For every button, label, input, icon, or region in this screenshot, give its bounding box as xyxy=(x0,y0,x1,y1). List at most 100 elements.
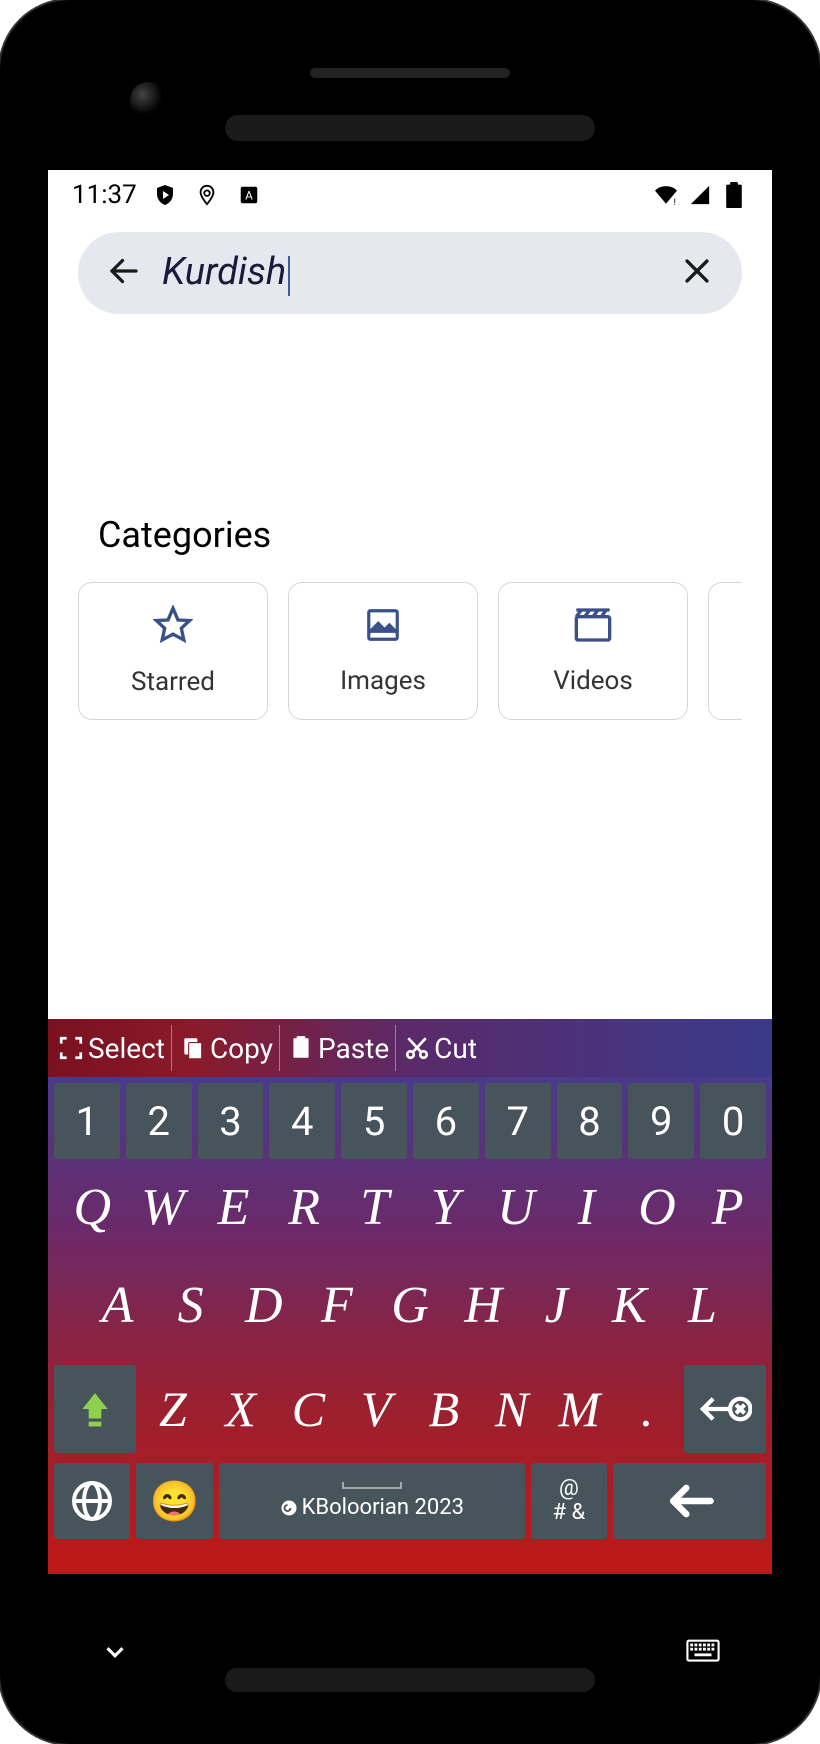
speaker-bottom xyxy=(225,1668,595,1692)
key-e[interactable]: E xyxy=(201,1169,266,1245)
key-w[interactable]: W xyxy=(131,1169,196,1245)
keyboard-row-a: A S D F G H J K L xyxy=(54,1267,766,1359)
key-d[interactable]: D xyxy=(230,1267,297,1343)
key-4[interactable]: 4 xyxy=(269,1083,335,1159)
space-indicator xyxy=(342,1482,402,1489)
key-l[interactable]: L xyxy=(669,1267,736,1343)
key-enter[interactable] xyxy=(613,1463,766,1539)
video-icon xyxy=(573,606,613,648)
key-9[interactable]: 9 xyxy=(628,1083,694,1159)
key-symbols[interactable]: @ # & xyxy=(531,1463,607,1539)
category-label: Videos xyxy=(553,666,633,696)
svg-text:!: ! xyxy=(674,198,676,206)
key-i[interactable]: I xyxy=(554,1169,619,1245)
category-images[interactable]: Images xyxy=(288,582,478,720)
category-more[interactable] xyxy=(708,582,742,720)
toolbar-select[interactable]: Select xyxy=(52,1025,172,1071)
key-c[interactable]: C xyxy=(278,1371,340,1447)
key-5[interactable]: 5 xyxy=(341,1083,407,1159)
key-k[interactable]: K xyxy=(596,1267,663,1343)
key-f[interactable]: F xyxy=(303,1267,370,1343)
search-input-text: Kurdish xyxy=(162,250,286,294)
key-v[interactable]: V xyxy=(345,1371,407,1447)
key-3[interactable]: 3 xyxy=(198,1083,264,1159)
wifi-icon: ! xyxy=(652,181,680,209)
key-x[interactable]: X xyxy=(210,1371,272,1447)
keyboard-row-numbers: 1 2 3 4 5 6 7 8 9 0 xyxy=(54,1083,766,1159)
app-icon: A xyxy=(235,181,263,209)
toolbar-label: Paste xyxy=(318,1032,389,1065)
keyboard-toolbar: Select Copy Paste Cut xyxy=(48,1019,772,1077)
key-1[interactable]: 1 xyxy=(54,1083,120,1159)
symbols-top: @ xyxy=(559,1477,579,1501)
key-a[interactable]: A xyxy=(84,1267,151,1343)
key-0[interactable]: 0 xyxy=(700,1083,766,1159)
toolbar-label: Select xyxy=(88,1032,165,1065)
category-label: Starred xyxy=(131,667,215,697)
keyboard-row-q: Q W E R T Y U I O P xyxy=(54,1169,766,1261)
key-backspace[interactable] xyxy=(684,1365,766,1453)
search-bar[interactable]: Kurdish xyxy=(78,232,742,314)
svg-text:A: A xyxy=(245,189,253,203)
keyboard-keys: 1 2 3 4 5 6 7 8 9 0 Q W xyxy=(48,1077,772,1574)
toolbar-paste[interactable]: Paste xyxy=(282,1025,396,1071)
image-icon xyxy=(364,606,402,648)
key-q[interactable]: Q xyxy=(60,1169,125,1245)
nav-back-icon[interactable] xyxy=(100,1637,130,1671)
toolbar-copy[interactable]: Copy xyxy=(174,1025,280,1071)
key-n[interactable]: N xyxy=(481,1371,543,1447)
keyboard: Select Copy Paste Cut xyxy=(48,1019,772,1574)
space-label: KBoloorian 2023 xyxy=(302,1495,464,1520)
category-row[interactable]: Starred Images Videos xyxy=(78,582,742,720)
key-7[interactable]: 7 xyxy=(485,1083,551,1159)
key-h[interactable]: H xyxy=(450,1267,517,1343)
key-s[interactable]: S xyxy=(157,1267,224,1343)
key-o[interactable]: O xyxy=(625,1169,690,1245)
clear-icon[interactable] xyxy=(680,254,714,292)
key-2[interactable]: 2 xyxy=(126,1083,192,1159)
toolbar-cut[interactable]: Cut xyxy=(398,1025,483,1071)
key-language[interactable] xyxy=(54,1463,130,1539)
screen: 11:37 A ! xyxy=(48,170,772,1574)
key-r[interactable]: R xyxy=(272,1169,337,1245)
key-emoji[interactable]: 😄 xyxy=(136,1463,212,1539)
key-j[interactable]: J xyxy=(523,1267,590,1343)
text-cursor xyxy=(288,256,290,296)
categories-heading: Categories xyxy=(78,514,742,556)
key-6[interactable]: 6 xyxy=(413,1083,479,1159)
category-label: Images xyxy=(340,666,426,696)
search-input[interactable]: Kurdish xyxy=(162,250,660,295)
key-m[interactable]: M xyxy=(549,1371,611,1447)
key-8[interactable]: 8 xyxy=(557,1083,623,1159)
symbols-bottom: # & xyxy=(553,1501,586,1525)
key-period[interactable]: . xyxy=(616,1371,678,1447)
key-g[interactable]: G xyxy=(376,1267,443,1343)
shield-icon xyxy=(151,181,179,209)
speaker-top xyxy=(310,68,510,78)
key-y[interactable]: Y xyxy=(413,1169,478,1245)
status-bar: 11:37 A ! xyxy=(48,170,772,218)
speaker-slot xyxy=(225,115,595,141)
status-time: 11:37 xyxy=(72,180,137,210)
phone-inner: 11:37 A ! xyxy=(20,20,800,1724)
keyboard-row-z: Z X C V B N M . xyxy=(54,1365,766,1453)
content-area: Categories Starred Images xyxy=(48,514,772,720)
key-space[interactable]: KBoloorian 2023 xyxy=(219,1463,525,1539)
key-u[interactable]: U xyxy=(484,1169,549,1245)
keyboard-switch-icon[interactable] xyxy=(686,1639,720,1669)
key-p[interactable]: P xyxy=(695,1169,760,1245)
toolbar-label: Cut xyxy=(434,1032,477,1065)
key-b[interactable]: B xyxy=(413,1371,475,1447)
signal-icon xyxy=(686,181,714,209)
front-camera xyxy=(130,82,166,118)
category-videos[interactable]: Videos xyxy=(498,582,688,720)
star-icon xyxy=(153,605,193,649)
category-starred[interactable]: Starred xyxy=(78,582,268,720)
key-z[interactable]: Z xyxy=(142,1371,204,1447)
key-shift[interactable] xyxy=(54,1365,136,1453)
search-container: Kurdish xyxy=(48,218,772,314)
back-arrow-icon[interactable] xyxy=(106,253,142,293)
toolbar-label: Copy xyxy=(210,1032,273,1065)
status-left: 11:37 A xyxy=(72,180,263,210)
key-t[interactable]: T xyxy=(342,1169,407,1245)
